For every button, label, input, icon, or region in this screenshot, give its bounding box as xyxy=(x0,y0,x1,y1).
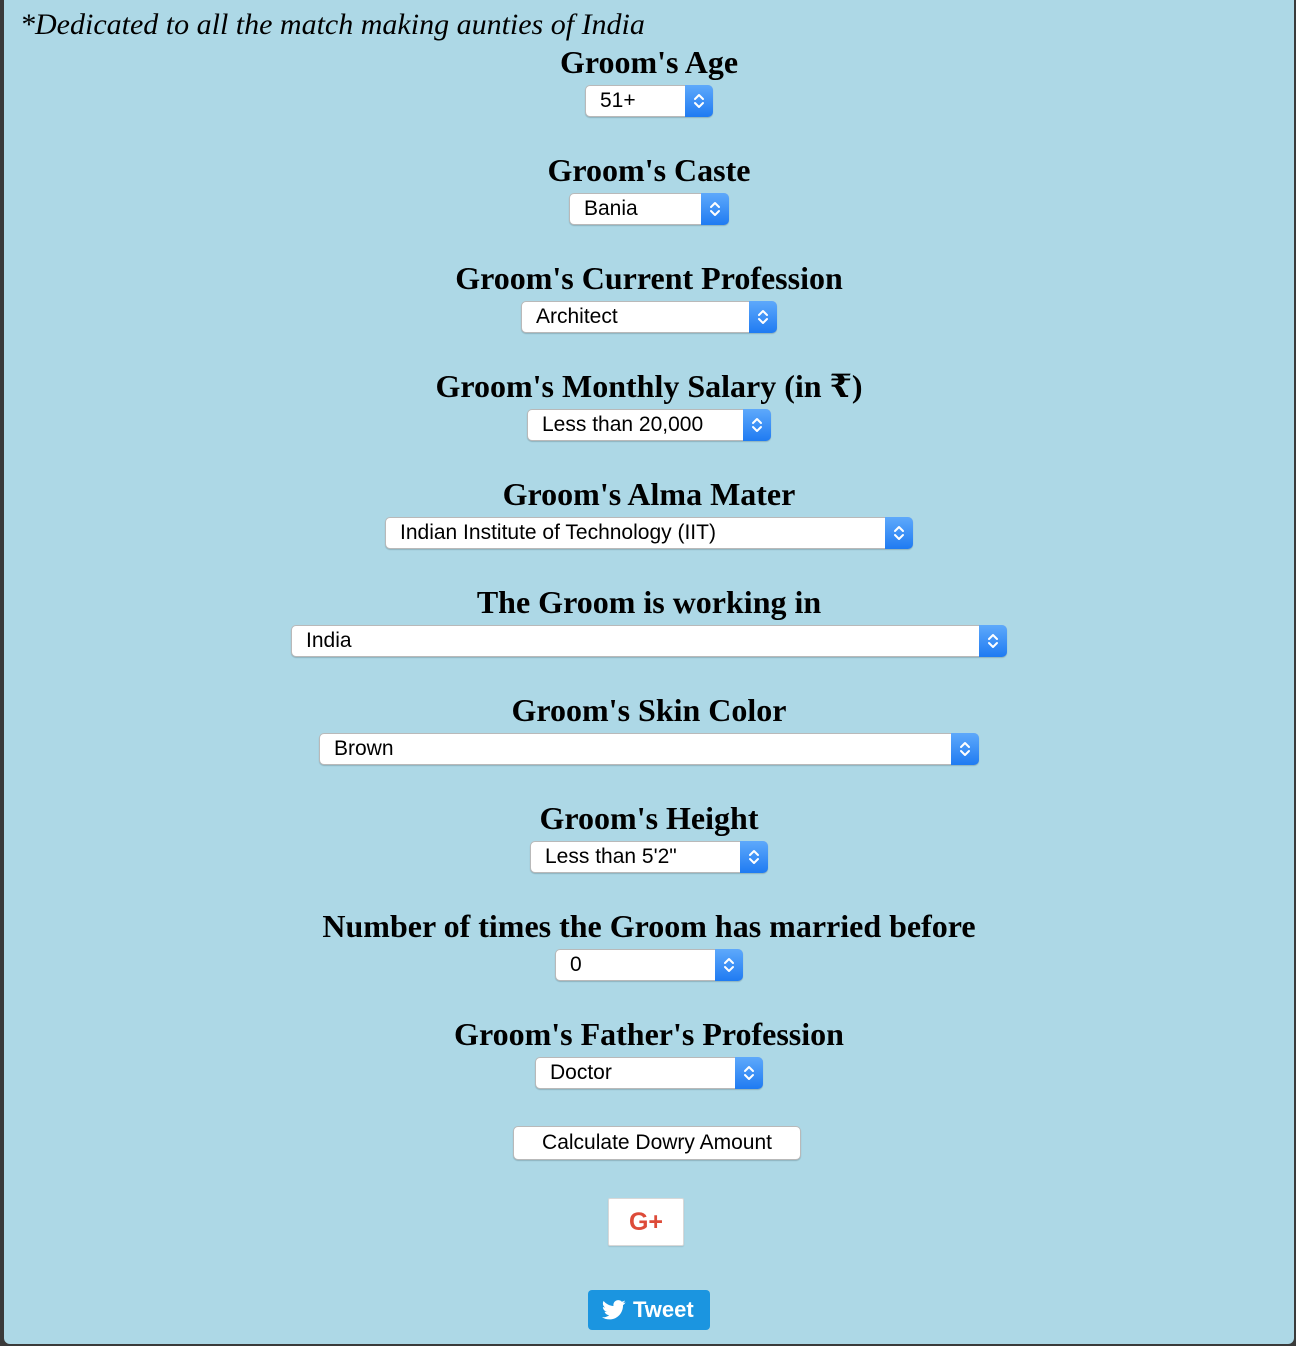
height-select[interactable]: Less than 5'2" xyxy=(530,841,768,873)
chevron-updown-icon xyxy=(749,301,777,333)
father-profession-select-value: Doctor xyxy=(550,1061,612,1084)
height-label: Groom's Height xyxy=(539,800,759,836)
caste-label: Groom's Caste xyxy=(547,152,751,188)
google-plus-icon: G+ xyxy=(628,1208,664,1236)
alma-mater-select-value: Indian Institute of Technology (IIT) xyxy=(400,521,716,544)
chevron-updown-icon xyxy=(951,733,979,765)
skin-color-field: Groom's Skin Color Brown xyxy=(4,691,1294,770)
father-profession-field: Groom's Father's Profession Doctor xyxy=(4,1015,1294,1094)
age-select[interactable]: 51+ xyxy=(585,85,713,117)
previous-marriages-select[interactable]: 0 xyxy=(555,949,743,981)
twitter-bird-icon xyxy=(601,1300,626,1326)
age-select-value: 51+ xyxy=(600,89,636,112)
previous-marriages-label: Number of times the Groom has married be… xyxy=(322,908,976,944)
chevron-updown-icon xyxy=(685,85,713,117)
chevron-updown-icon xyxy=(743,409,771,441)
alma-mater-field: Groom's Alma Mater Indian Institute of T… xyxy=(4,475,1294,554)
tweet-label: Tweet xyxy=(633,1297,694,1322)
page-background: *Dedicated to all the match making aunti… xyxy=(4,0,1294,1344)
chevron-updown-icon xyxy=(740,841,768,873)
caste-select-value: Bania xyxy=(584,197,638,220)
work-location-field: The Groom is working in India xyxy=(4,583,1294,662)
profession-field: Groom's Current Profession Architect xyxy=(4,259,1294,338)
skin-color-label: Groom's Skin Color xyxy=(511,692,787,728)
calculate-dowry-button[interactable]: Calculate Dowry Amount xyxy=(513,1126,801,1160)
profession-select-value: Architect xyxy=(536,305,618,328)
chevron-updown-icon xyxy=(979,625,1007,657)
previous-marriages-select-value: 0 xyxy=(570,953,582,976)
work-location-label: The Groom is working in xyxy=(476,584,822,620)
chevron-updown-icon xyxy=(885,517,913,549)
salary-field: Groom's Monthly Salary (in ₹) Less than … xyxy=(4,367,1294,446)
height-select-value: Less than 5'2" xyxy=(545,845,677,868)
salary-label: Groom's Monthly Salary (in ₹) xyxy=(435,368,863,404)
salary-select-value: Less than 20,000 xyxy=(542,413,704,436)
chevron-updown-icon xyxy=(701,193,729,225)
skin-color-select[interactable]: Brown xyxy=(319,733,979,765)
salary-select[interactable]: Less than 20,000 xyxy=(527,409,771,441)
height-field: Groom's Height Less than 5'2" xyxy=(4,799,1294,878)
alma-mater-label: Groom's Alma Mater xyxy=(502,476,796,512)
skin-color-select-value: Brown xyxy=(334,737,394,760)
google-plus-share-button[interactable]: G+ xyxy=(608,1198,684,1246)
caste-field: Groom's Caste Bania xyxy=(4,151,1294,230)
father-profession-label: Groom's Father's Profession xyxy=(454,1016,844,1052)
chevron-updown-icon xyxy=(715,949,743,981)
tweet-button[interactable]: Tweet xyxy=(588,1290,710,1330)
age-label: Groom's Age xyxy=(559,44,739,80)
caste-select[interactable]: Bania xyxy=(569,193,729,225)
work-location-select-value: India xyxy=(306,629,352,652)
father-profession-select[interactable]: Doctor xyxy=(535,1057,763,1089)
profession-select[interactable]: Architect xyxy=(521,301,777,333)
work-location-select[interactable]: India xyxy=(291,625,1007,657)
dedication-text: *Dedicated to all the match making aunti… xyxy=(20,8,645,41)
age-field: Groom's Age 51+ xyxy=(4,43,1294,122)
profession-label: Groom's Current Profession xyxy=(455,260,843,296)
alma-mater-select[interactable]: Indian Institute of Technology (IIT) xyxy=(385,517,913,549)
chevron-updown-icon xyxy=(735,1057,763,1089)
previous-marriages-field: Number of times the Groom has married be… xyxy=(4,907,1294,986)
